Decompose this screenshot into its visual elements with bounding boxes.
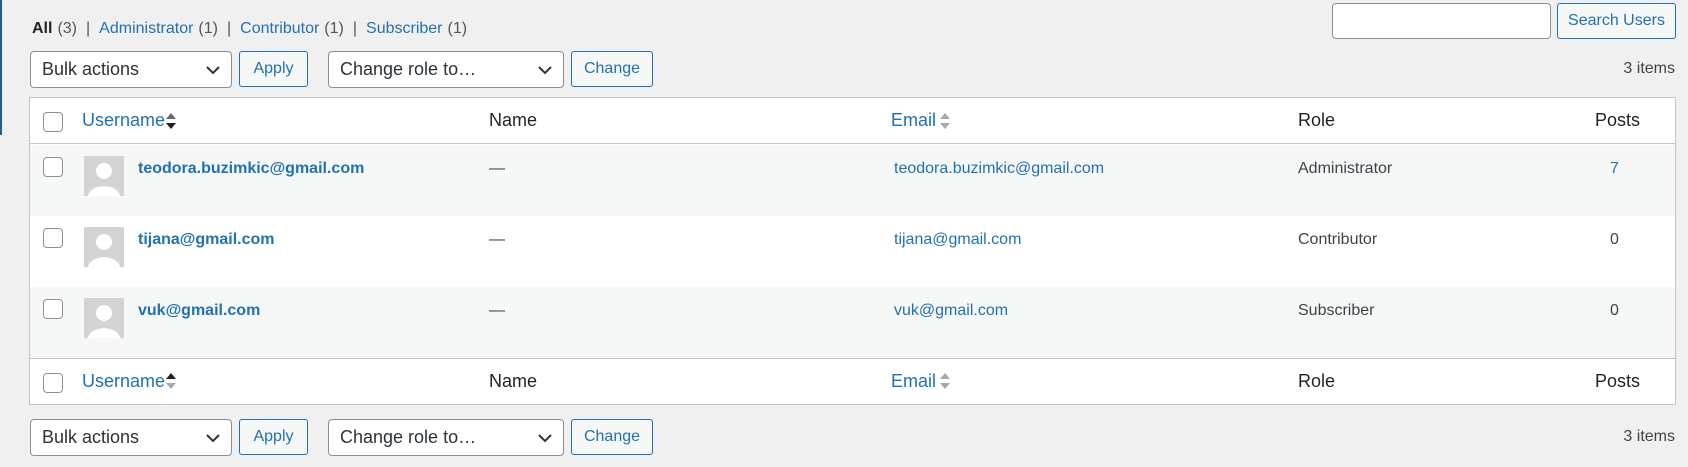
posts-count: 0 xyxy=(1610,302,1619,319)
filter-all-label[interactable]: All xyxy=(32,18,52,40)
filter-subscriber[interactable]: Subscriber (1) xyxy=(366,18,467,40)
filter-separator: | xyxy=(86,20,91,37)
users-table: Username Name Email Role Posts teodora.b… xyxy=(29,97,1676,405)
admin-menu-edge xyxy=(0,0,2,135)
select-all-checkbox[interactable] xyxy=(43,112,63,132)
avatar xyxy=(84,227,124,267)
apply-button-top[interactable]: Apply xyxy=(239,51,308,87)
sort-icon[interactable] xyxy=(939,371,951,391)
change-role-selected-bottom: Change role to… xyxy=(340,427,477,447)
username-link[interactable]: teodora.buzimkic@gmail.com xyxy=(138,160,364,178)
column-role: Role xyxy=(1298,110,1336,130)
avatar xyxy=(84,298,124,338)
filter-separator: | xyxy=(352,20,358,37)
change-role-button-bottom[interactable]: Change xyxy=(571,419,653,455)
row-checkbox[interactable] xyxy=(43,157,63,177)
filter-contributor[interactable]: Contributor (1) | xyxy=(240,18,366,40)
change-role-select-bottom[interactable]: Change role to… xyxy=(328,419,564,456)
filter-contributor-count: (1) xyxy=(324,20,344,37)
bulk-actions-selected-top: Bulk actions xyxy=(42,59,140,79)
filter-all[interactable]: All (3) | xyxy=(32,18,99,40)
name-cell: — xyxy=(489,302,505,319)
username-link[interactable]: tijana@gmail.com xyxy=(138,231,275,249)
table-row: teodora.buzimkic@gmail.com — teodora.buz… xyxy=(30,145,1675,216)
chevron-down-icon xyxy=(536,429,554,447)
role-filter-links: All (3) | Administrator (1) | Contributo… xyxy=(32,18,467,40)
apply-button-bottom[interactable]: Apply xyxy=(239,419,308,455)
chevron-down-icon xyxy=(536,61,554,79)
name-cell: — xyxy=(489,160,505,177)
row-checkbox[interactable] xyxy=(43,299,63,319)
avatar-placeholder-icon xyxy=(84,298,124,338)
sort-asc-icon[interactable] xyxy=(165,371,177,391)
sort-icon[interactable] xyxy=(939,111,951,131)
row-checkbox[interactable] xyxy=(43,228,63,248)
column-posts-footer: Posts xyxy=(1595,371,1641,391)
posts-link[interactable]: 7 xyxy=(1610,160,1619,178)
change-role-selected-top: Change role to… xyxy=(340,59,477,79)
select-all-checkbox-bottom[interactable] xyxy=(43,373,63,393)
email-link[interactable]: vuk@gmail.com xyxy=(894,302,1008,320)
items-count-bottom: 3 items xyxy=(1623,428,1675,445)
column-email-footer[interactable]: Email xyxy=(891,371,936,392)
filter-all-count: (3) xyxy=(57,20,78,37)
email-link[interactable]: teodora.buzimkic@gmail.com xyxy=(894,160,1104,178)
column-posts: Posts xyxy=(1595,110,1641,130)
table-footer: Username Name Email Role Posts xyxy=(30,358,1675,404)
items-count-top: 3 items xyxy=(1623,60,1675,77)
column-name: Name xyxy=(489,110,538,130)
column-name-footer: Name xyxy=(489,371,538,391)
column-username[interactable]: Username xyxy=(82,110,165,131)
username-link[interactable]: vuk@gmail.com xyxy=(138,302,260,320)
bulk-actions-select-top[interactable]: Bulk actions xyxy=(30,51,232,88)
column-role-footer: Role xyxy=(1298,371,1336,391)
role-cell: Administrator xyxy=(1298,160,1393,177)
avatar xyxy=(84,156,124,196)
filter-administrator-label[interactable]: Administrator xyxy=(99,18,193,40)
chevron-down-icon xyxy=(204,61,222,79)
avatar-placeholder-icon xyxy=(84,156,124,196)
change-role-select-top[interactable]: Change role to… xyxy=(328,51,564,88)
search-users-input[interactable] xyxy=(1332,3,1551,39)
filter-contributor-label[interactable]: Contributor xyxy=(240,18,319,40)
filter-separator: | xyxy=(226,20,232,37)
column-email[interactable]: Email xyxy=(891,110,936,131)
filter-subscriber-label[interactable]: Subscriber xyxy=(366,18,442,40)
filter-subscriber-count: (1) xyxy=(447,20,468,37)
avatar-placeholder-icon xyxy=(84,227,124,267)
filter-administrator-count: (1) xyxy=(198,20,218,37)
name-cell: — xyxy=(489,231,505,248)
sort-desc-icon[interactable] xyxy=(165,111,177,131)
bulk-actions-select-bottom[interactable]: Bulk actions xyxy=(30,419,232,456)
posts-count: 0 xyxy=(1610,231,1619,248)
table-row: vuk@gmail.com — vuk@gmail.com Subscriber… xyxy=(30,287,1675,358)
filter-administrator[interactable]: Administrator (1) | xyxy=(99,18,240,40)
email-link[interactable]: tijana@gmail.com xyxy=(894,231,1021,249)
role-cell: Subscriber xyxy=(1298,302,1375,319)
chevron-down-icon xyxy=(204,429,222,447)
column-username-footer[interactable]: Username xyxy=(82,371,165,392)
bulk-actions-selected-bottom: Bulk actions xyxy=(42,427,140,447)
role-cell: Contributor xyxy=(1298,231,1378,248)
table-header: Username Name Email Role Posts xyxy=(30,98,1675,144)
search-users-button[interactable]: Search Users xyxy=(1557,3,1676,39)
change-role-button-top[interactable]: Change xyxy=(571,51,653,87)
table-row: tijana@gmail.com — tijana@gmail.com Cont… xyxy=(30,216,1675,287)
